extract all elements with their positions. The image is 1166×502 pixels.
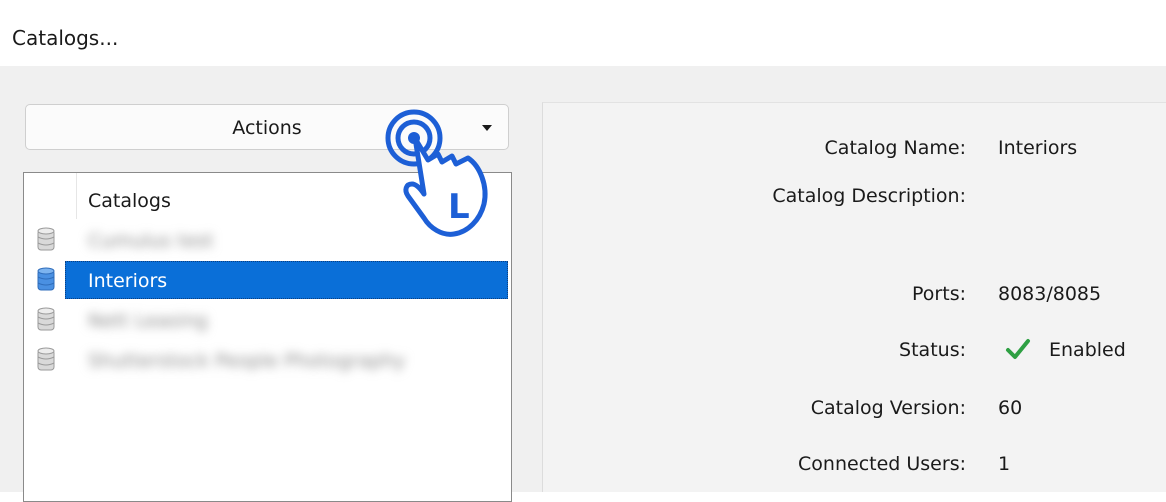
checkmark-icon: [1006, 339, 1030, 359]
catalog-item-label: Cumulus test: [88, 230, 214, 252]
database-icon: [37, 267, 55, 291]
status-value: Enabled: [1049, 339, 1126, 361]
connected-users-label: Connected Users:: [798, 453, 966, 475]
database-icon: [37, 307, 55, 331]
gesture-letter: L: [448, 187, 470, 227]
catalog-item-label: Shutterstock People Photography: [88, 350, 406, 372]
catalog-version-label: Catalog Version:: [810, 397, 966, 419]
ports-value: 8083/8085: [998, 283, 1102, 305]
catalog-name-value: Interiors: [998, 137, 1078, 159]
list-item[interactable]: Nett Leasing: [24, 301, 511, 339]
list-item[interactable]: Interiors: [24, 261, 511, 299]
connected-users-value: 1: [998, 453, 1011, 475]
catalog-version-value: 60: [998, 397, 1023, 419]
title-bar: Catalogs...: [0, 0, 1166, 66]
list-item[interactable]: Shutterstock People Photography: [24, 341, 511, 379]
catalog-description-label: Catalog Description:: [772, 185, 966, 207]
database-icon: [37, 347, 55, 371]
ports-label: Ports:: [912, 283, 966, 305]
catalog-item-label: Interiors: [88, 270, 168, 292]
window-title: Catalogs...: [12, 26, 119, 50]
database-icon: [37, 227, 55, 251]
catalog-details-panel: Catalog Name: Interiors Catalog Descript…: [542, 102, 1166, 492]
catalog-list-header-label: Catalogs: [88, 190, 171, 212]
tap-hand-icon: L: [385, 109, 488, 237]
catalog-name-label: Catalog Name:: [824, 137, 966, 159]
catalog-item-label: Nett Leasing: [88, 310, 208, 332]
status-label: Status:: [899, 339, 966, 361]
